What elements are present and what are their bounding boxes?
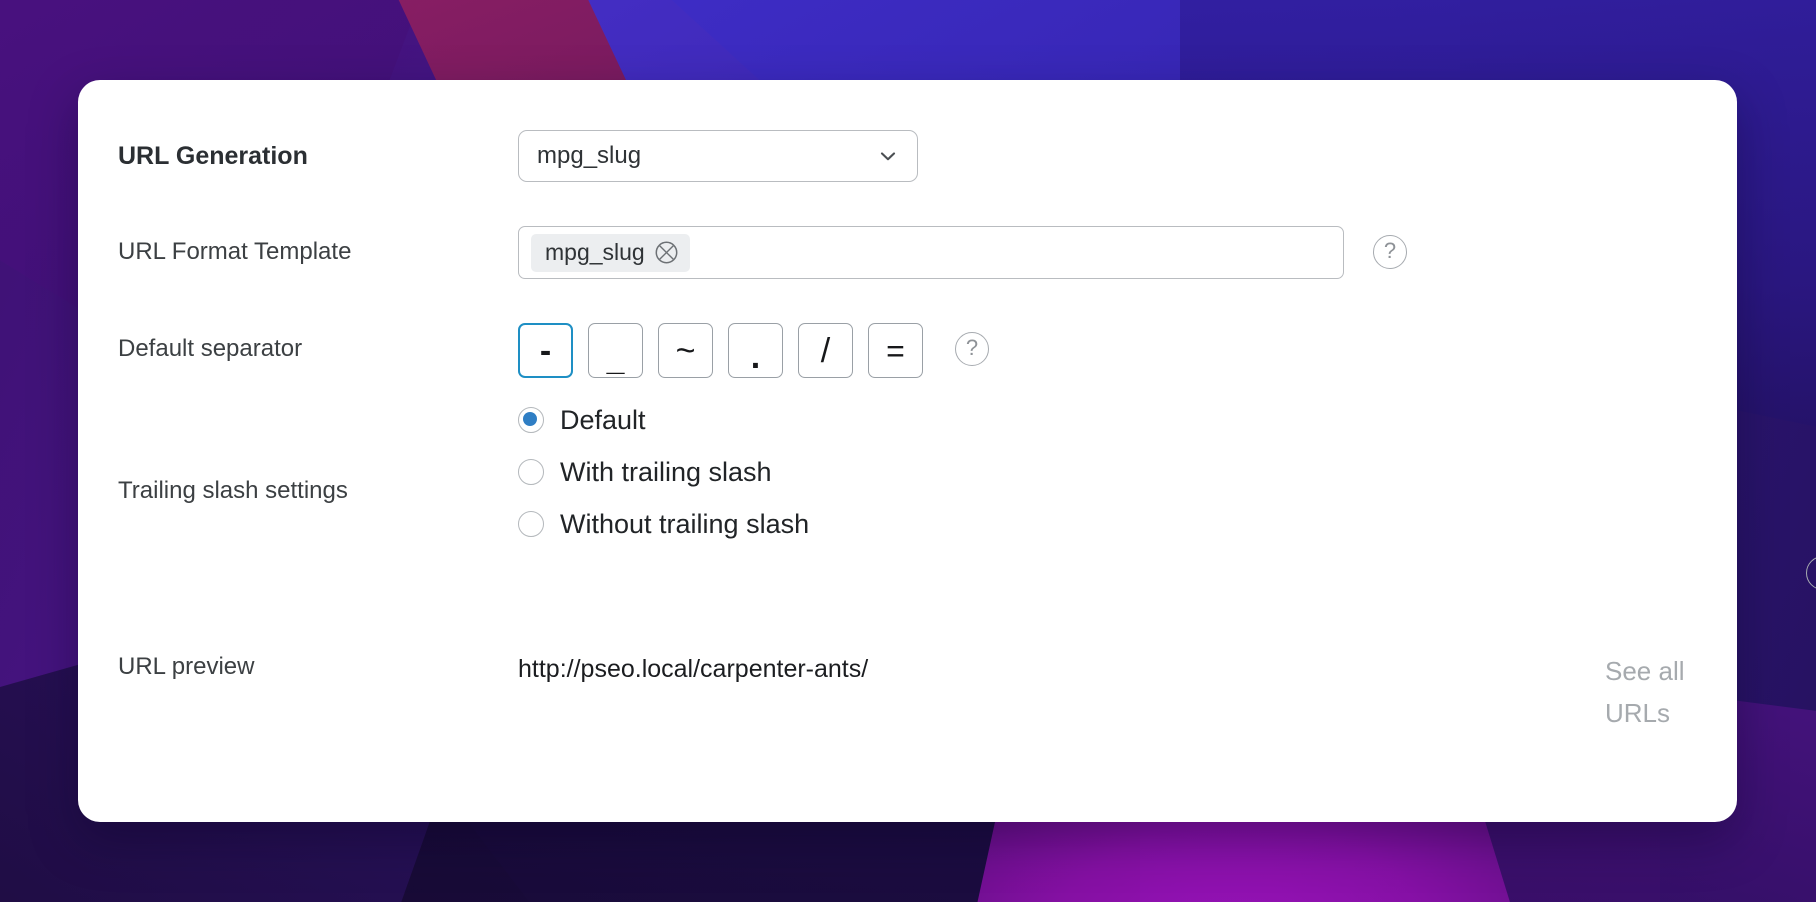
separator-glyph-hyphen: - [539, 331, 552, 370]
separator-glyph-underscore: _ [606, 340, 625, 377]
radio-label-without-trailing-slash: Without trailing slash [560, 509, 810, 539]
circle-x-icon[interactable] [654, 240, 679, 265]
separator-glyph-slash: / [820, 331, 831, 370]
url-generation-select[interactable]: mpg_slug [518, 130, 918, 182]
field-trailing-slash-settings: Default With trailing slash Without trai… [518, 404, 1816, 590]
label-url-generation: URL Generation [118, 142, 308, 170]
row-default-separator: Default separator - _ ~ . / = ? [118, 323, 1697, 378]
settings-card: URL Generation mpg_slug URL Format Templ… [78, 80, 1816, 822]
label-default-separator: Default separator [118, 335, 303, 362]
url-generation-select-value: mpg_slug [537, 142, 642, 169]
help-icon-default-separator[interactable]: ? [955, 332, 989, 366]
settings-card-body: URL Generation mpg_slug URL Format Templ… [78, 80, 1816, 822]
radio-option-without-trailing-slash[interactable]: Without trailing slash [518, 508, 809, 540]
separator-button-tilde[interactable]: ~ [658, 323, 713, 378]
row-url-generation: URL Generation mpg_slug [118, 130, 1697, 182]
radio-mark-without-trailing-slash [518, 511, 544, 537]
radio-mark-default [518, 407, 544, 433]
separator-glyph-equals: = [886, 332, 905, 369]
radio-option-with-trailing-slash[interactable]: With trailing slash [518, 456, 809, 488]
radio-option-default[interactable]: Default [518, 404, 809, 436]
field-default-separator: - _ ~ . / = ? [518, 323, 1697, 378]
separator-button-period[interactable]: . [728, 323, 783, 378]
row-trailing-slash-settings: Trailing slash settings Default With tra… [118, 404, 1816, 590]
field-url-generation: mpg_slug [518, 130, 1697, 182]
see-all-urls-link[interactable]: See all URLs [1605, 650, 1697, 734]
chevron-down-icon [877, 145, 899, 167]
separator-glyph-period: . [750, 337, 761, 376]
trailing-slash-radio-group: Default With trailing slash Without trai… [518, 404, 809, 540]
field-url-preview: http://pseo.local/carpenter-ants/ See al… [518, 650, 1697, 734]
url-format-template-input[interactable]: mpg_slug [518, 226, 1344, 279]
row-url-preview: URL preview http://pseo.local/carpenter-… [118, 650, 1697, 734]
radio-label-default: Default [560, 405, 646, 435]
radio-label-with-trailing-slash: With trailing slash [560, 457, 772, 487]
help-icon-url-format-template[interactable]: ? [1373, 235, 1407, 269]
template-token-chip[interactable]: mpg_slug [531, 233, 690, 272]
label-trailing-slash-settings: Trailing slash settings [118, 477, 348, 504]
row-url-format-template: URL Format Template mpg_slug ? [118, 226, 1697, 279]
separator-glyph-tilde: ~ [675, 331, 696, 370]
radio-mark-with-trailing-slash [518, 459, 544, 485]
separator-button-equals[interactable]: = [868, 323, 923, 378]
field-url-format-template: mpg_slug ? [518, 226, 1697, 279]
separator-button-underscore[interactable]: _ [588, 323, 643, 378]
url-preview-value: http://pseo.local/carpenter-ants/ [518, 655, 869, 683]
url-generation-select-wrapper: mpg_slug [518, 130, 918, 182]
label-url-format-template: URL Format Template [118, 238, 352, 265]
template-token-label: mpg_slug [545, 238, 645, 265]
label-url-preview: URL preview [118, 653, 255, 680]
separator-button-hyphen[interactable]: - [518, 323, 573, 378]
separator-button-slash[interactable]: / [798, 323, 853, 378]
separator-button-group: - _ ~ . / = [518, 323, 923, 378]
